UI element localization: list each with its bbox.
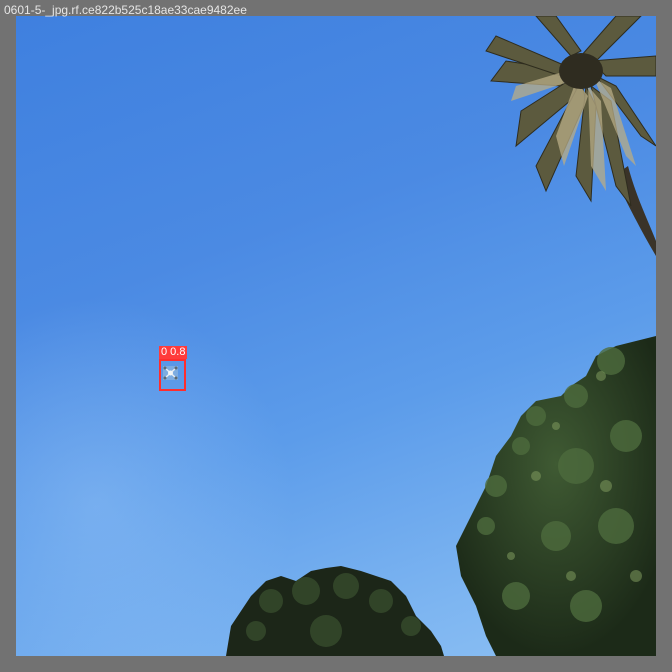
scene-graphic xyxy=(163,16,656,656)
detection-label: 0 0.8 xyxy=(159,346,188,359)
right-tree xyxy=(456,336,656,656)
image-filename: 0601-5-_jpg.rf.ce822b525c18ae33cae9482ee xyxy=(4,3,247,17)
detection-bounding-box xyxy=(159,359,186,391)
palm-tree xyxy=(485,16,656,256)
image-viewer: 0601-5-_jpg.rf.ce822b525c18ae33cae9482ee xyxy=(0,0,672,672)
photo: 0 0.8 xyxy=(16,16,656,656)
bottom-tree xyxy=(226,566,444,656)
